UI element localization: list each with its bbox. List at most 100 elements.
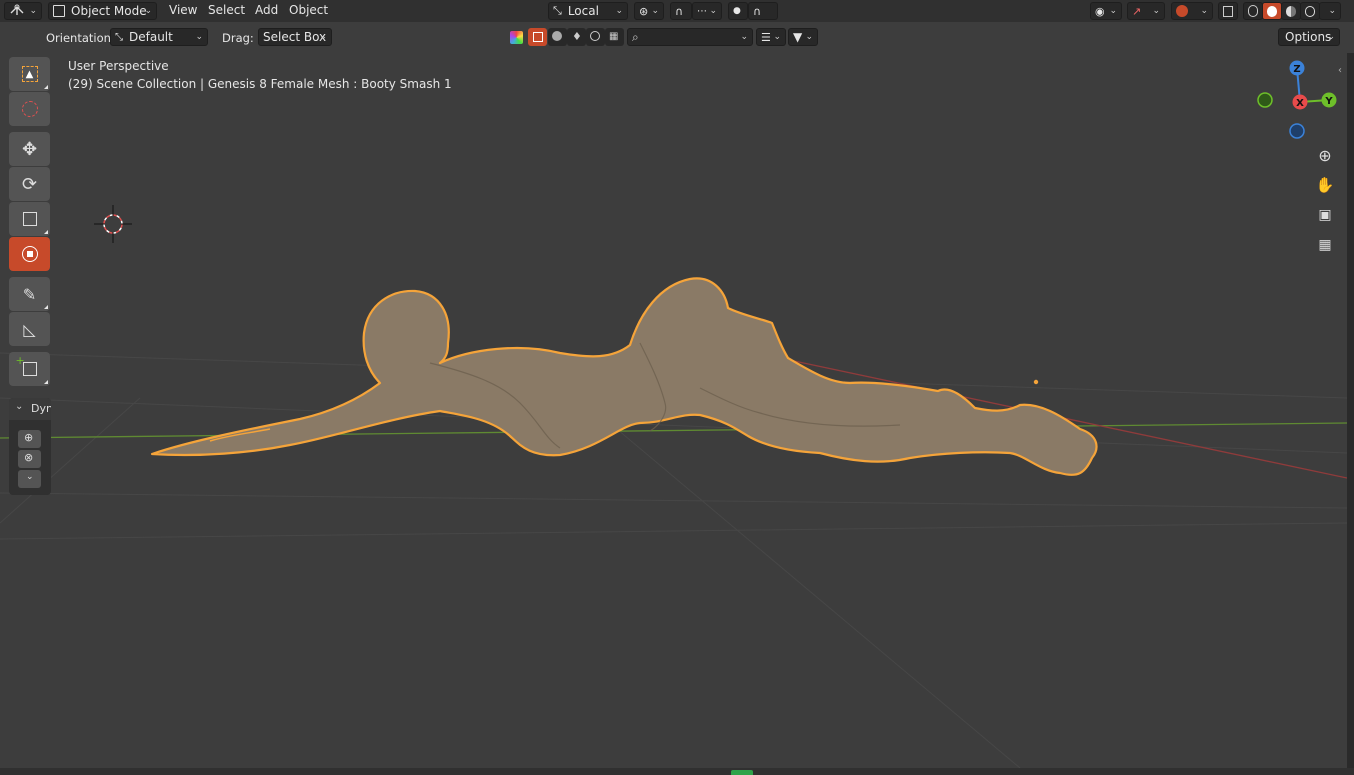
scene-info: (29) Scene Collection | Genesis 8 Female… <box>68 77 452 91</box>
tool-move[interactable]: ✥ <box>9 132 50 166</box>
dyn-panel: ⌄ Dyn ⊕ ⊗ ⌄ <box>9 398 51 495</box>
texture-grid-icon: ▦ <box>609 31 619 42</box>
tool-cursor[interactable] <box>9 92 50 126</box>
snap-target-dropdown[interactable]: ⋯ ⌄ <box>692 2 722 20</box>
gizmo-arrows-icon: ↗ <box>1132 4 1142 18</box>
view3d-icon <box>9 3 25 20</box>
sphere-icon <box>552 31 562 41</box>
drag-value: Select Box <box>263 30 327 44</box>
orientation-icon: ⤡ <box>553 4 562 17</box>
orientation-dropdown[interactable]: ⤡ Default ⌄ <box>110 28 208 46</box>
transform-orientation-label: Local <box>567 4 599 18</box>
shading-wireframe-button[interactable] <box>1243 2 1263 20</box>
remove-keyframe-button[interactable]: ⊗ <box>18 450 41 468</box>
right-region-edge <box>1347 53 1354 768</box>
color-picker-icon[interactable] <box>510 31 523 44</box>
drag-dropdown[interactable]: Select Box ⌄ <box>258 28 332 46</box>
menu-view[interactable]: View <box>169 3 197 17</box>
shading-rendered-button[interactable] <box>1300 2 1320 20</box>
texture-mode-button[interactable]: ▦ <box>605 28 624 46</box>
add-keyframe-button[interactable]: ⊕ <box>18 430 41 448</box>
selected-mesh-object <box>150 277 1098 476</box>
tool-scale[interactable] <box>9 202 50 236</box>
perspective-toggle-button[interactable]: ▦ <box>1311 231 1339 259</box>
drop-icon: ♦ <box>572 30 582 43</box>
drop-mode-button[interactable]: ♦ <box>567 28 586 46</box>
options-dropdown[interactable]: Options ⌄ <box>1278 28 1340 46</box>
chevron-down-icon: ⌄ <box>26 472 34 482</box>
transform-orientation-dropdown[interactable]: ⤡ Local ⌄ <box>548 2 628 20</box>
hand-icon: ✋ <box>1315 176 1335 194</box>
options-label: Options <box>1285 30 1332 44</box>
object-visibility-dropdown[interactable]: ◉ ⌄ <box>1090 2 1122 20</box>
menu-object[interactable]: Object <box>289 3 328 17</box>
overlay-toggle[interactable]: ⌄ <box>1171 2 1213 20</box>
proportional-dot-icon: ● <box>733 6 741 16</box>
zoom-icon: ⊕ <box>1318 145 1332 165</box>
wireframe-sphere-icon <box>1248 5 1258 17</box>
zoom-button[interactable]: ⊕ <box>1311 141 1339 169</box>
falloff-curve-icon: ∩ <box>753 4 762 18</box>
orientation-label: Orientation: <box>46 31 115 45</box>
3d-viewport[interactable]: User Perspective (29) Scene Collection |… <box>0 53 1347 768</box>
tool-settings-bar: Orientation: ⤡ Default ⌄ Drag: Select Bo… <box>0 22 1354 53</box>
shading-solid-button[interactable] <box>1262 2 1282 20</box>
pivot-point-dropdown[interactable]: ⊛ ⌄ <box>634 2 664 20</box>
pivot-icon: ⊛ <box>639 4 649 18</box>
tool-add-cube[interactable]: + <box>9 352 50 386</box>
shading-material-button[interactable] <box>1281 2 1301 20</box>
add-cube-icon: + <box>16 354 37 376</box>
pan-button[interactable]: ✋ <box>1311 171 1339 199</box>
world-mode-button[interactable] <box>586 28 605 46</box>
drag-label: Drag: <box>222 31 254 45</box>
tool-annotate[interactable]: ✎ <box>9 277 50 311</box>
search-field[interactable]: ⌕ ⌄ <box>627 28 753 46</box>
object-mode-icon <box>53 5 65 17</box>
select-mode-button[interactable] <box>528 28 547 46</box>
eye-icon: ◉ <box>1095 4 1105 18</box>
tool-select-box[interactable]: ▲ <box>9 57 50 91</box>
pencil-icon: ✎ <box>22 284 37 304</box>
tool-transform[interactable] <box>9 237 50 271</box>
gizmo-toggle[interactable]: ↗ ⌄ <box>1127 2 1165 20</box>
navigation-gizmo[interactable]: Z Y X <box>1252 59 1342 149</box>
rotate-icon: ⟳ <box>21 173 38 195</box>
magnet-icon: ∩ <box>675 4 684 18</box>
tool-measure[interactable]: ◺ <box>9 312 50 346</box>
move-arrows-icon: ✥ <box>21 138 38 160</box>
editor-type-dropdown[interactable]: ⌄ <box>4 2 42 20</box>
display-mode-dropdown[interactable]: ☰ ⌄ <box>756 28 786 46</box>
camera-icon: ▣ <box>1318 207 1332 223</box>
gizmo-neg-z-icon <box>1289 123 1305 139</box>
proportional-editing-toggle[interactable]: ● <box>728 2 748 20</box>
filter-dropdown[interactable]: ▼ ⌄ <box>788 28 818 46</box>
default-orientation-icon: ⤡ <box>115 31 123 43</box>
3d-cursor-icon <box>94 205 132 243</box>
filter-icon: ▼ <box>793 30 803 44</box>
xray-toggle[interactable] <box>1218 2 1238 20</box>
menu-select[interactable]: Select <box>208 3 245 17</box>
mode-label: Object Mode <box>71 4 147 18</box>
solid-mode-button[interactable] <box>548 28 567 46</box>
collapse-chevron-icon: ⌄ <box>15 401 24 412</box>
menu-add[interactable]: Add <box>255 3 278 17</box>
tool-rotate[interactable]: ⟳ <box>9 167 50 201</box>
xray-icon <box>1223 5 1233 17</box>
view-name: User Perspective <box>68 59 169 73</box>
snap-toggle[interactable]: ∩ <box>670 2 692 20</box>
select-box-icon: ▲ <box>21 66 38 82</box>
mode-dropdown[interactable]: Object Mode ⌄ <box>48 2 157 20</box>
dyn-panel-header[interactable]: ⌄ Dyn <box>9 398 51 420</box>
keyframe-more-dropdown[interactable]: ⌄ <box>18 470 41 488</box>
rendered-sphere-icon <box>1305 5 1315 17</box>
camera-view-button[interactable]: ▣ <box>1311 201 1339 229</box>
sidebar-toggle-icon[interactable]: ‹ <box>1338 65 1342 76</box>
scale-icon <box>22 212 37 226</box>
proportional-falloff-dropdown[interactable]: ∩ <box>748 2 778 20</box>
search-icon: ⌕ <box>632 29 639 44</box>
solid-sphere-icon <box>1267 5 1277 17</box>
gizmo-z-label: Z <box>1293 64 1300 75</box>
gizmo-x-label: X <box>1296 98 1304 109</box>
shading-options-dropdown[interactable]: ⌄ <box>1319 2 1341 20</box>
globe-icon <box>590 31 600 41</box>
